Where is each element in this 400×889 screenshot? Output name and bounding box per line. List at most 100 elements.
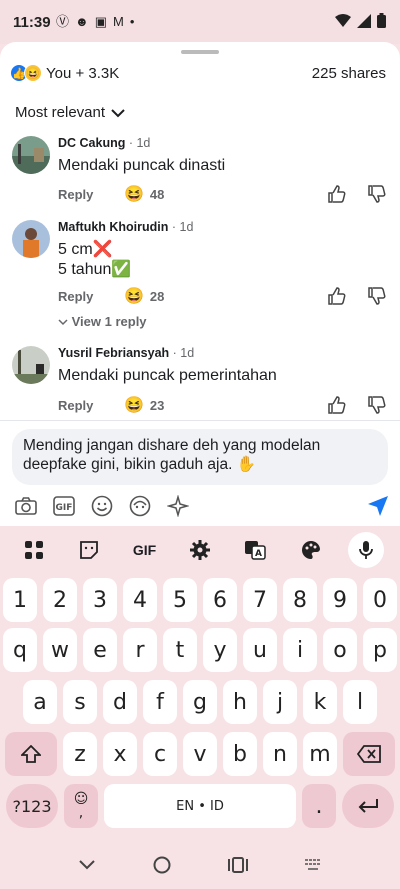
comment-input[interactable]: Mending jangan dishare deh yang modelan … <box>12 429 388 485</box>
sort-label: Most relevant <box>15 104 106 121</box>
status-bar: 11:39 Ⓥ ☻ ▣ M • <box>0 0 400 44</box>
key-3[interactable]: 3 <box>83 578 117 622</box>
translate-icon[interactable]: A <box>237 532 273 568</box>
key-s[interactable]: s <box>63 680 97 724</box>
like-icon[interactable] <box>328 287 346 305</box>
haha-icon: 😆 <box>124 397 144 414</box>
number-row: 1 2 3 4 5 6 7 8 9 0 <box>0 578 400 622</box>
reply-button[interactable]: Reply <box>58 289 124 304</box>
hide-keyboard-icon[interactable] <box>78 859 96 871</box>
reaction-count[interactable]: 28 <box>150 289 164 304</box>
apps-grid-icon[interactable] <box>16 532 52 568</box>
like-icon[interactable] <box>328 396 346 414</box>
comment-text: 5 cm❌ 5 tahun✅ <box>58 241 132 278</box>
gmail-icon: M <box>113 14 124 29</box>
shares-count[interactable]: 225 shares <box>312 65 386 82</box>
comment-time: · 1d <box>125 136 151 150</box>
key-1[interactable]: 1 <box>3 578 37 622</box>
reply-button[interactable]: Reply <box>58 187 124 202</box>
theme-palette-icon[interactable] <box>293 532 329 568</box>
vpn-icon: Ⓥ <box>56 14 70 29</box>
avatar-sticker-icon[interactable] <box>128 494 152 518</box>
comment-composer: Mending jangan dishare deh yang modelan … <box>0 420 400 526</box>
key-v[interactable]: v <box>183 732 217 776</box>
comment-author[interactable]: Maftukh Khoirudin · 1d <box>58 220 388 234</box>
key-u[interactable]: u <box>243 628 277 672</box>
key-2[interactable]: 2 <box>43 578 77 622</box>
avatar[interactable] <box>12 346 50 384</box>
key-m[interactable]: m <box>303 732 337 776</box>
key-q[interactable]: q <box>3 628 37 672</box>
period-key[interactable]: . <box>302 784 336 828</box>
dislike-icon[interactable] <box>368 185 386 203</box>
backspace-key[interactable] <box>343 732 395 776</box>
key-k[interactable]: k <box>303 680 337 724</box>
emoji-icon[interactable] <box>90 494 114 518</box>
symbols-key[interactable]: ?123 <box>6 784 58 828</box>
key-f[interactable]: f <box>143 680 177 724</box>
gif-icon[interactable]: GIF <box>52 494 76 518</box>
key-i[interactable]: i <box>283 628 317 672</box>
drag-handle[interactable] <box>181 50 219 54</box>
reaction-count[interactable]: 48 <box>150 187 164 202</box>
key-e[interactable]: e <box>83 628 117 672</box>
key-7[interactable]: 7 <box>243 578 277 622</box>
key-y[interactable]: y <box>203 628 237 672</box>
key-x[interactable]: x <box>103 732 137 776</box>
sparkle-icon[interactable] <box>166 494 190 518</box>
sort-dropdown[interactable]: Most relevant <box>15 104 125 121</box>
shift-key[interactable] <box>5 732 57 776</box>
comment-author[interactable]: Yusril Febriansyah · 1d <box>58 346 388 360</box>
comment-actions: Reply 😆 48 <box>58 184 388 204</box>
reaction-count[interactable]: 23 <box>150 398 164 413</box>
key-c[interactable]: c <box>143 732 177 776</box>
sticker-icon[interactable] <box>71 532 107 568</box>
reply-button[interactable]: Reply <box>58 398 124 413</box>
key-o[interactable]: o <box>323 628 357 672</box>
comment-author[interactable]: DC Cakung · 1d <box>58 136 388 150</box>
gif-key[interactable]: GIF <box>127 532 163 568</box>
keyboard-switch-icon[interactable] <box>304 858 322 872</box>
home-icon[interactable] <box>152 855 172 875</box>
key-b[interactable]: b <box>223 732 257 776</box>
system-icons <box>335 13 386 28</box>
key-g[interactable]: g <box>183 680 217 724</box>
avatar[interactable] <box>12 220 50 258</box>
key-n[interactable]: n <box>263 732 297 776</box>
key-j[interactable]: j <box>263 680 297 724</box>
key-p[interactable]: p <box>363 628 397 672</box>
space-bar[interactable]: EN • ID <box>104 784 296 828</box>
key-5[interactable]: 5 <box>163 578 197 622</box>
key-l[interactable]: l <box>343 680 377 724</box>
letter-row-3: z x c v b n m <box>0 732 400 776</box>
avatar[interactable] <box>12 136 50 174</box>
emoji-icon: ☺ <box>73 791 89 807</box>
key-6[interactable]: 6 <box>203 578 237 622</box>
settings-gear-icon[interactable] <box>182 532 218 568</box>
dislike-icon[interactable] <box>368 287 386 305</box>
key-w[interactable]: w <box>43 628 77 672</box>
wifi-icon <box>335 13 351 27</box>
comment-actions: Reply 😆 23 <box>58 395 388 415</box>
emoji-comma-key[interactable]: ☺, <box>64 784 98 828</box>
recents-icon[interactable] <box>228 856 248 874</box>
key-4[interactable]: 4 <box>123 578 157 622</box>
like-icon[interactable] <box>328 185 346 203</box>
key-9[interactable]: 9 <box>323 578 357 622</box>
view-replies-button[interactable]: View 1 reply <box>58 314 147 329</box>
key-d[interactable]: d <box>103 680 137 724</box>
comment-text: Mendaki puncak pemerintahan <box>58 367 277 384</box>
microphone-icon[interactable] <box>348 532 385 568</box>
send-icon[interactable] <box>366 494 390 518</box>
reaction-summary[interactable]: 👍 😆 You + 3.3K 225 shares <box>10 62 386 84</box>
camera-icon[interactable] <box>14 494 38 518</box>
key-8[interactable]: 8 <box>283 578 317 622</box>
key-z[interactable]: z <box>63 732 97 776</box>
key-0[interactable]: 0 <box>363 578 397 622</box>
dislike-icon[interactable] <box>368 396 386 414</box>
key-r[interactable]: r <box>123 628 157 672</box>
key-t[interactable]: t <box>163 628 197 672</box>
enter-key[interactable] <box>342 784 394 828</box>
key-h[interactable]: h <box>223 680 257 724</box>
key-a[interactable]: a <box>23 680 57 724</box>
